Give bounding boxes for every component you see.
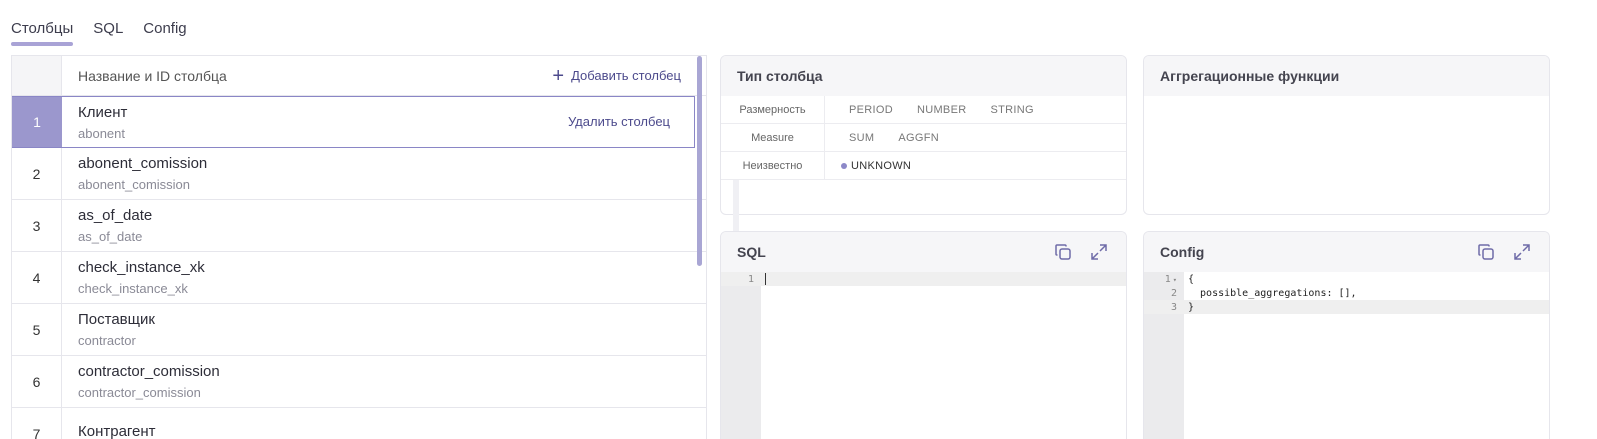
expand-icon[interactable] [1511,241,1533,263]
type-label: Размерность [721,96,825,123]
row-number: 3 [12,200,62,251]
row-number: 5 [12,304,62,355]
config-card: Config 1 ▾ { 2 possible_aggregations: [], [1143,231,1550,439]
column-name: as_of_date [78,207,153,224]
table-row[interactable]: 6 contractor_comission contractor_comiss… [12,356,706,408]
column-type-title: Тип столбца [737,68,823,84]
config-header: Config [1144,232,1549,272]
line-number: 1 ▾ [1164,273,1177,285]
sql-card: SQL 1 [720,231,1127,439]
add-column-button[interactable]: + Добавить столбец [552,64,681,87]
type-label: Measure [721,124,825,151]
copy-icon[interactable] [1475,241,1497,263]
header-title-cell: Название и ID столбца + Добавить столбец [62,56,706,95]
row-number: 6 [12,356,62,407]
column-type-header: Тип столбца [721,56,1126,96]
table-row[interactable]: 1 Клиент abonent Удалить столбец [12,96,695,148]
column-type-card: Тип столбца Размерность PERIOD NUMBER ST… [720,55,1127,215]
column-id: as_of_date [78,229,143,244]
type-option-number[interactable]: NUMBER [917,104,966,116]
copy-icon[interactable] [1052,241,1074,263]
type-option-aggfn[interactable]: AGGFN [898,132,939,144]
header-num-cell [12,56,62,95]
type-row-unknown: Неизвестно UNKNOWN [721,152,1126,180]
type-label: Неизвестно [721,152,825,179]
type-row-measure: Measure SUM AGGFN [721,124,1126,152]
line-gutter [721,272,761,439]
column-name: abonent_comission [78,155,208,172]
line-number: 3 [1170,301,1177,313]
type-option-sum[interactable]: SUM [849,132,874,144]
editor-line: 1 [721,272,1126,286]
table-row[interactable]: 7 Контрагент [12,408,706,439]
column-name: contractor_comission [78,363,220,380]
column-id: check_instance_xk [78,281,188,296]
table-row[interactable]: 4 check_instance_xk check_instance_xk [12,252,706,304]
line-code: { [1188,273,1195,285]
line-code: possible_aggregations: [], [1188,287,1357,299]
row-number: 1 [12,97,62,147]
aggregation-title: Аггрегационные функции [1160,68,1340,84]
header-title: Название и ID столбца [78,67,227,84]
column-id: contractor_comission [78,385,201,400]
table-scrollbar[interactable] [697,56,702,266]
table-row[interactable]: 2 abonent_comission abonent_comission [12,148,706,200]
aggregation-card: Аггрегационные функции [1143,55,1550,215]
editor-line: 2 possible_aggregations: [], [1144,286,1549,300]
tab-sql[interactable]: SQL [93,19,123,44]
row-number: 2 [12,148,62,199]
tab-columns[interactable]: Столбцы [11,19,74,46]
config-title: Config [1160,244,1205,260]
fold-arrow-icon[interactable]: ▾ [1173,276,1177,284]
panel-connector [733,180,739,232]
column-name: Контрагент [78,422,156,439]
delete-column-button[interactable]: Удалить столбец [568,114,670,129]
column-id: abonent_comission [78,177,191,192]
sql-header: SQL [721,232,1126,272]
tab-config[interactable]: Config [143,19,186,44]
type-row-dimension: Размерность PERIOD NUMBER STRING [721,96,1126,124]
line-number: 2 [1170,287,1177,299]
line-number: 1 [747,273,754,285]
type-option-string[interactable]: STRING [990,104,1033,116]
column-name: check_instance_xk [78,259,205,276]
type-option-unknown[interactable]: UNKNOWN [841,160,911,172]
line-code [761,273,766,285]
editor-line: 3 } [1144,300,1549,314]
table-header: Название и ID столбца + Добавить столбец [12,56,706,96]
tab-bar: Столбцы SQL Config [11,19,187,46]
row-number: 4 [12,252,62,303]
add-column-label: Добавить столбец [571,68,681,83]
text-cursor [765,273,766,285]
table-row[interactable]: 3 as_of_date as_of_date [12,200,706,252]
row-number: 7 [12,408,62,439]
column-id: contractor [78,333,136,348]
editor-line: 1 ▾ { [1144,272,1549,286]
aggregation-header: Аггрегационные функции [1144,56,1549,96]
config-editor[interactable]: 1 ▾ { 2 possible_aggregations: [], 3 } [1144,272,1549,439]
selected-dot-icon [841,162,847,169]
table-row[interactable]: 5 Поставщик contractor [12,304,706,356]
columns-table: Название и ID столбца + Добавить столбец… [11,55,707,439]
expand-icon[interactable] [1088,241,1110,263]
type-option-period[interactable]: PERIOD [849,104,893,116]
plus-icon: + [552,64,565,87]
sql-editor[interactable]: 1 [721,272,1126,439]
column-name: Поставщик [78,311,155,328]
line-code: } [1188,301,1195,313]
sql-title: SQL [737,244,766,260]
type-option-unknown-label: UNKNOWN [851,159,912,172]
